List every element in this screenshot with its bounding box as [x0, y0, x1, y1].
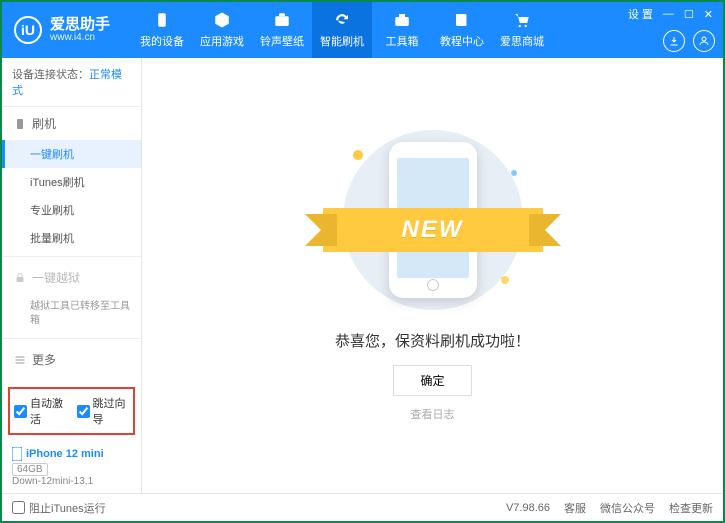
logo-icon: iU: [14, 16, 42, 44]
block-itunes-checkbox[interactable]: 阻止iTunes运行: [12, 500, 106, 516]
nav-item-1[interactable]: 应用游戏: [192, 2, 252, 58]
sidebar-item-flash-1[interactable]: iTunes刷机: [2, 168, 141, 196]
device-info[interactable]: iPhone 12 mini 64GB Down-12mini-13,1: [2, 441, 141, 493]
device-icon: [12, 447, 22, 461]
nav-item-2[interactable]: 铃声壁纸: [252, 2, 312, 58]
phone-icon: [14, 118, 26, 130]
ok-button[interactable]: 确定: [393, 365, 471, 396]
connection-status: 设备连接状态：正常模式: [2, 58, 141, 107]
maximize-button[interactable]: ☐: [682, 8, 696, 21]
success-message: 恭喜您，保资料刷机成功啦！: [335, 330, 530, 351]
refresh-icon: [333, 11, 351, 29]
menu-icon: [14, 354, 26, 366]
lock-icon: [14, 272, 26, 284]
sidebar-item-flash-3[interactable]: 批量刷机: [2, 224, 141, 252]
book-icon: [453, 11, 471, 29]
skip-wizard-checkbox[interactable]: 跳过向导: [77, 395, 130, 427]
main-content: NEW 恭喜您，保资料刷机成功啦！ 确定 查看日志: [142, 58, 723, 493]
close-button[interactable]: ✕: [702, 8, 715, 21]
window-controls: 设 置 — ☐ ✕: [626, 6, 715, 22]
sidebar-group-jailbreak: 一键越狱: [2, 261, 141, 294]
nav-item-6[interactable]: 爱思商城: [492, 2, 552, 58]
header: iU 爱思助手 www.i4.cn 我的设备应用游戏铃声壁纸智能刷机工具箱教程中…: [2, 2, 723, 58]
cart-icon: [513, 11, 531, 29]
footer-link-update[interactable]: 检查更新: [669, 500, 713, 516]
app-title: 爱思助手: [50, 17, 110, 32]
settings-link[interactable]: 设 置: [626, 6, 655, 22]
download-icon[interactable]: [663, 30, 685, 52]
apps-icon: [213, 11, 231, 29]
device-storage: 64GB: [12, 463, 48, 476]
nav-item-0[interactable]: 我的设备: [132, 2, 192, 58]
auto-activate-checkbox[interactable]: 自动激活: [14, 395, 67, 427]
main-nav: 我的设备应用游戏铃声壁纸智能刷机工具箱教程中心爱思商城: [132, 2, 552, 58]
success-illustration: NEW: [343, 130, 523, 310]
sidebar-item-more-0[interactable]: 其他工具: [2, 376, 141, 381]
app-window: iU 爱思助手 www.i4.cn 我的设备应用游戏铃声壁纸智能刷机工具箱教程中…: [0, 0, 725, 523]
logo: iU 爱思助手 www.i4.cn: [2, 16, 122, 44]
version-label: V7.98.66: [506, 502, 550, 514]
nav-item-4[interactable]: 工具箱: [372, 2, 432, 58]
view-log-link[interactable]: 查看日志: [411, 406, 455, 422]
phone-icon: [153, 11, 171, 29]
footer: 阻止iTunes运行 V7.98.66 客服 微信公众号 检查更新: [2, 493, 723, 521]
footer-link-wechat[interactable]: 微信公众号: [600, 500, 655, 516]
sidebar-item-flash-2[interactable]: 专业刷机: [2, 196, 141, 224]
user-icon[interactable]: [693, 30, 715, 52]
footer-link-support[interactable]: 客服: [564, 500, 586, 516]
nav-item-5[interactable]: 教程中心: [432, 2, 492, 58]
sidebar-group-label: 刷机: [32, 115, 56, 132]
sidebar-group-more[interactable]: 更多: [2, 343, 141, 376]
device-name: iPhone 12 mini: [26, 448, 104, 460]
nav-item-3[interactable]: 智能刷机: [312, 2, 372, 58]
jailbreak-note: 越狱工具已转移至工具箱: [2, 294, 141, 334]
sidebar: 设备连接状态：正常模式 刷机 一键刷机iTunes刷机专业刷机批量刷机 一键越狱…: [2, 58, 142, 493]
minimize-button[interactable]: —: [661, 8, 676, 20]
toolbox-icon: [393, 11, 411, 29]
sidebar-group-label: 一键越狱: [32, 269, 80, 286]
options-box: 自动激活 跳过向导: [8, 387, 135, 435]
sidebar-group-flash[interactable]: 刷机: [2, 107, 141, 140]
briefcase-icon: [273, 11, 291, 29]
connection-label: 设备连接状态：: [12, 69, 89, 81]
new-ribbon: NEW: [323, 208, 543, 252]
app-url: www.i4.cn: [50, 32, 110, 43]
sidebar-group-label: 更多: [32, 351, 56, 368]
sidebar-item-flash-0[interactable]: 一键刷机: [2, 140, 141, 168]
device-sub: Down-12mini-13,1: [12, 476, 131, 487]
